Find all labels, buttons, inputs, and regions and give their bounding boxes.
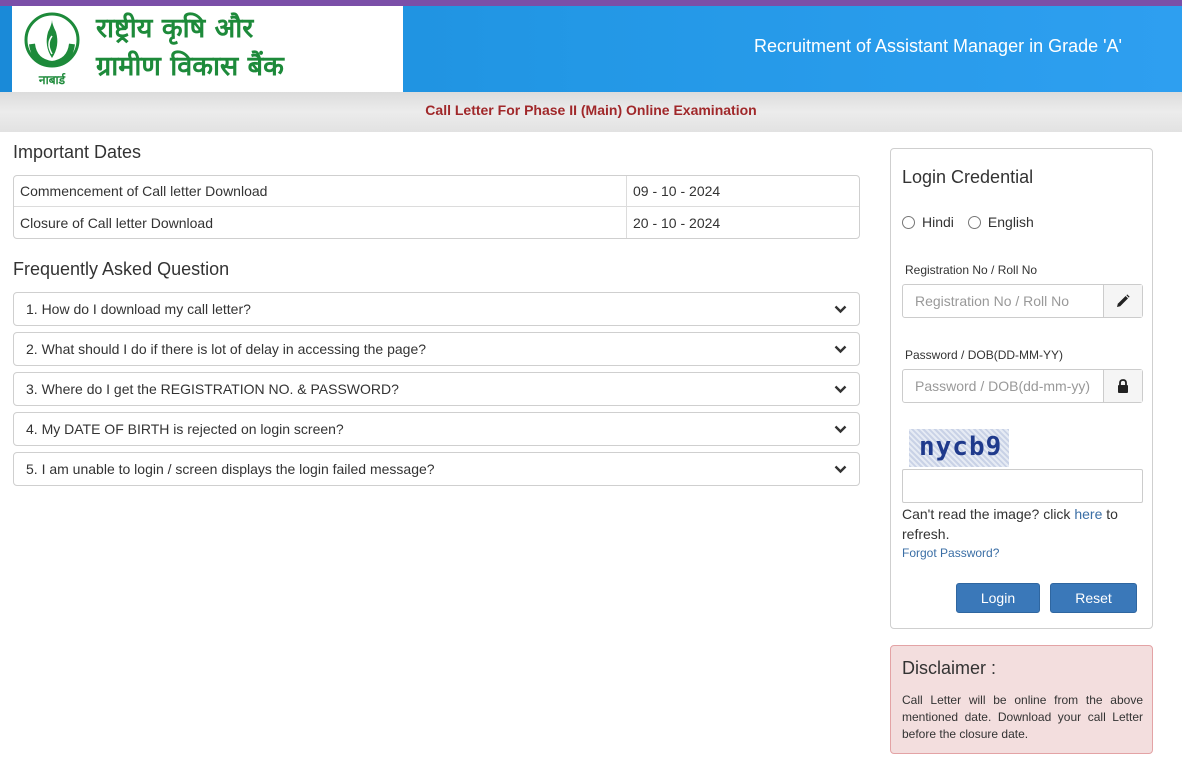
faq-question: 3. Where do I get the REGISTRATION NO. &…: [26, 381, 399, 397]
login-button[interactable]: Login: [956, 583, 1040, 613]
captcha-refresh-text: Can't read the image? click here to refr…: [902, 504, 1142, 544]
login-panel: Login Credential Hindi English Registrat…: [890, 148, 1153, 629]
disclaimer-text: Call Letter will be online from the abov…: [902, 693, 1143, 741]
header-title: Recruitment of Assistant Manager in Grad…: [753, 36, 1122, 56]
nabard-logo: नाबार्ड राष्ट्रीय कृषि और ग्रामीण विकास …: [12, 6, 403, 92]
faq-question: 2. What should I do if there is lot of d…: [26, 341, 427, 357]
faq-item-3[interactable]: 3. Where do I get the REGISTRATION NO. &…: [13, 372, 860, 406]
registration-input-group: Registration No / Roll No: [902, 284, 1143, 318]
password-input[interactable]: Password / DOB(dd-mm-yy): [903, 370, 1103, 402]
captcha-image: nycb9: [909, 429, 1009, 467]
refresh-prefix: Can't read the image? click: [902, 506, 1075, 522]
table-row: Closure of Call letter Download 20 - 10 …: [14, 207, 859, 238]
radio-label-hindi: Hindi: [922, 214, 954, 230]
logo-small-text: नाबार्ड: [38, 73, 66, 87]
chevron-down-icon[interactable]: [833, 333, 847, 365]
registration-label: Registration No / Roll No: [905, 263, 1038, 277]
date-value: 09 - 10 - 2024: [627, 176, 859, 207]
chevron-down-icon[interactable]: [833, 413, 847, 445]
forgot-password-link[interactable]: Forgot Password?: [902, 546, 999, 560]
date-value: 20 - 10 - 2024: [633, 214, 721, 231]
radio-label-english: English: [987, 214, 1034, 230]
password-label: Password / DOB(DD-MM-YY): [905, 348, 1064, 362]
nabard-emblem-icon: नाबार्ड: [24, 12, 80, 87]
captcha-refresh-link[interactable]: here: [1074, 506, 1102, 522]
reset-button[interactable]: Reset: [1050, 583, 1137, 613]
subheader-bar: Call Letter For Phase II (Main) Online E…: [0, 92, 1182, 132]
chevron-down-icon[interactable]: [833, 373, 847, 405]
chevron-down-icon[interactable]: [833, 293, 847, 325]
pencil-icon: [1103, 285, 1142, 317]
faq-item-1[interactable]: 1. How do I download my call letter?: [13, 292, 860, 326]
date-label: Commencement of Call letter Download: [14, 176, 627, 207]
captcha-input[interactable]: [902, 469, 1143, 503]
faq-item-2[interactable]: 2. What should I do if there is lot of d…: [13, 332, 860, 366]
captcha-text: nycb9: [919, 432, 1003, 462]
language-selector: Hindi English: [902, 214, 1048, 230]
faq-question: 4. My DATE OF BIRTH is rejected on login…: [26, 421, 344, 437]
logo-text: राष्ट्रीय कृषि और ग्रामीण विकास बैंक: [96, 10, 396, 86]
important-dates-title: Important Dates: [13, 142, 142, 162]
faq-question: 5. I am unable to login / screen display…: [26, 461, 435, 477]
lock-icon: [1103, 370, 1142, 402]
radio-english[interactable]: [967, 215, 981, 229]
table-row: Commencement of Call letter Download 09 …: [14, 176, 859, 207]
faq-title: Frequently Asked Question: [13, 259, 230, 279]
faq-item-4[interactable]: 4. My DATE OF BIRTH is rejected on login…: [13, 412, 860, 446]
radio-hindi[interactable]: [902, 215, 915, 229]
faq-item-5[interactable]: 5. I am unable to login / screen display…: [13, 452, 860, 486]
password-input-group: Password / DOB(dd-mm-yy): [902, 369, 1143, 403]
disclaimer-title: Disclaimer :: [902, 658, 997, 678]
main-content: Important Dates Commencement of Call let…: [13, 140, 860, 492]
chevron-down-icon[interactable]: [833, 453, 847, 485]
registration-input[interactable]: Registration No / Roll No: [903, 285, 1103, 317]
login-title: Login Credential: [902, 167, 1034, 187]
important-dates-table: Commencement of Call letter Download 09 …: [13, 175, 860, 239]
logo-line-2: ग्रामीण विकास बैंक: [96, 51, 284, 82]
date-label: Closure of Call letter Download: [14, 207, 627, 238]
logo-line-1: राष्ट्रीय कृषि और: [96, 13, 254, 44]
subheader-text: Call Letter For Phase II (Main) Online E…: [425, 102, 757, 118]
faq-question: 1. How do I download my call letter?: [26, 301, 251, 317]
disclaimer-box: Disclaimer : Call Letter will be online …: [890, 645, 1153, 754]
